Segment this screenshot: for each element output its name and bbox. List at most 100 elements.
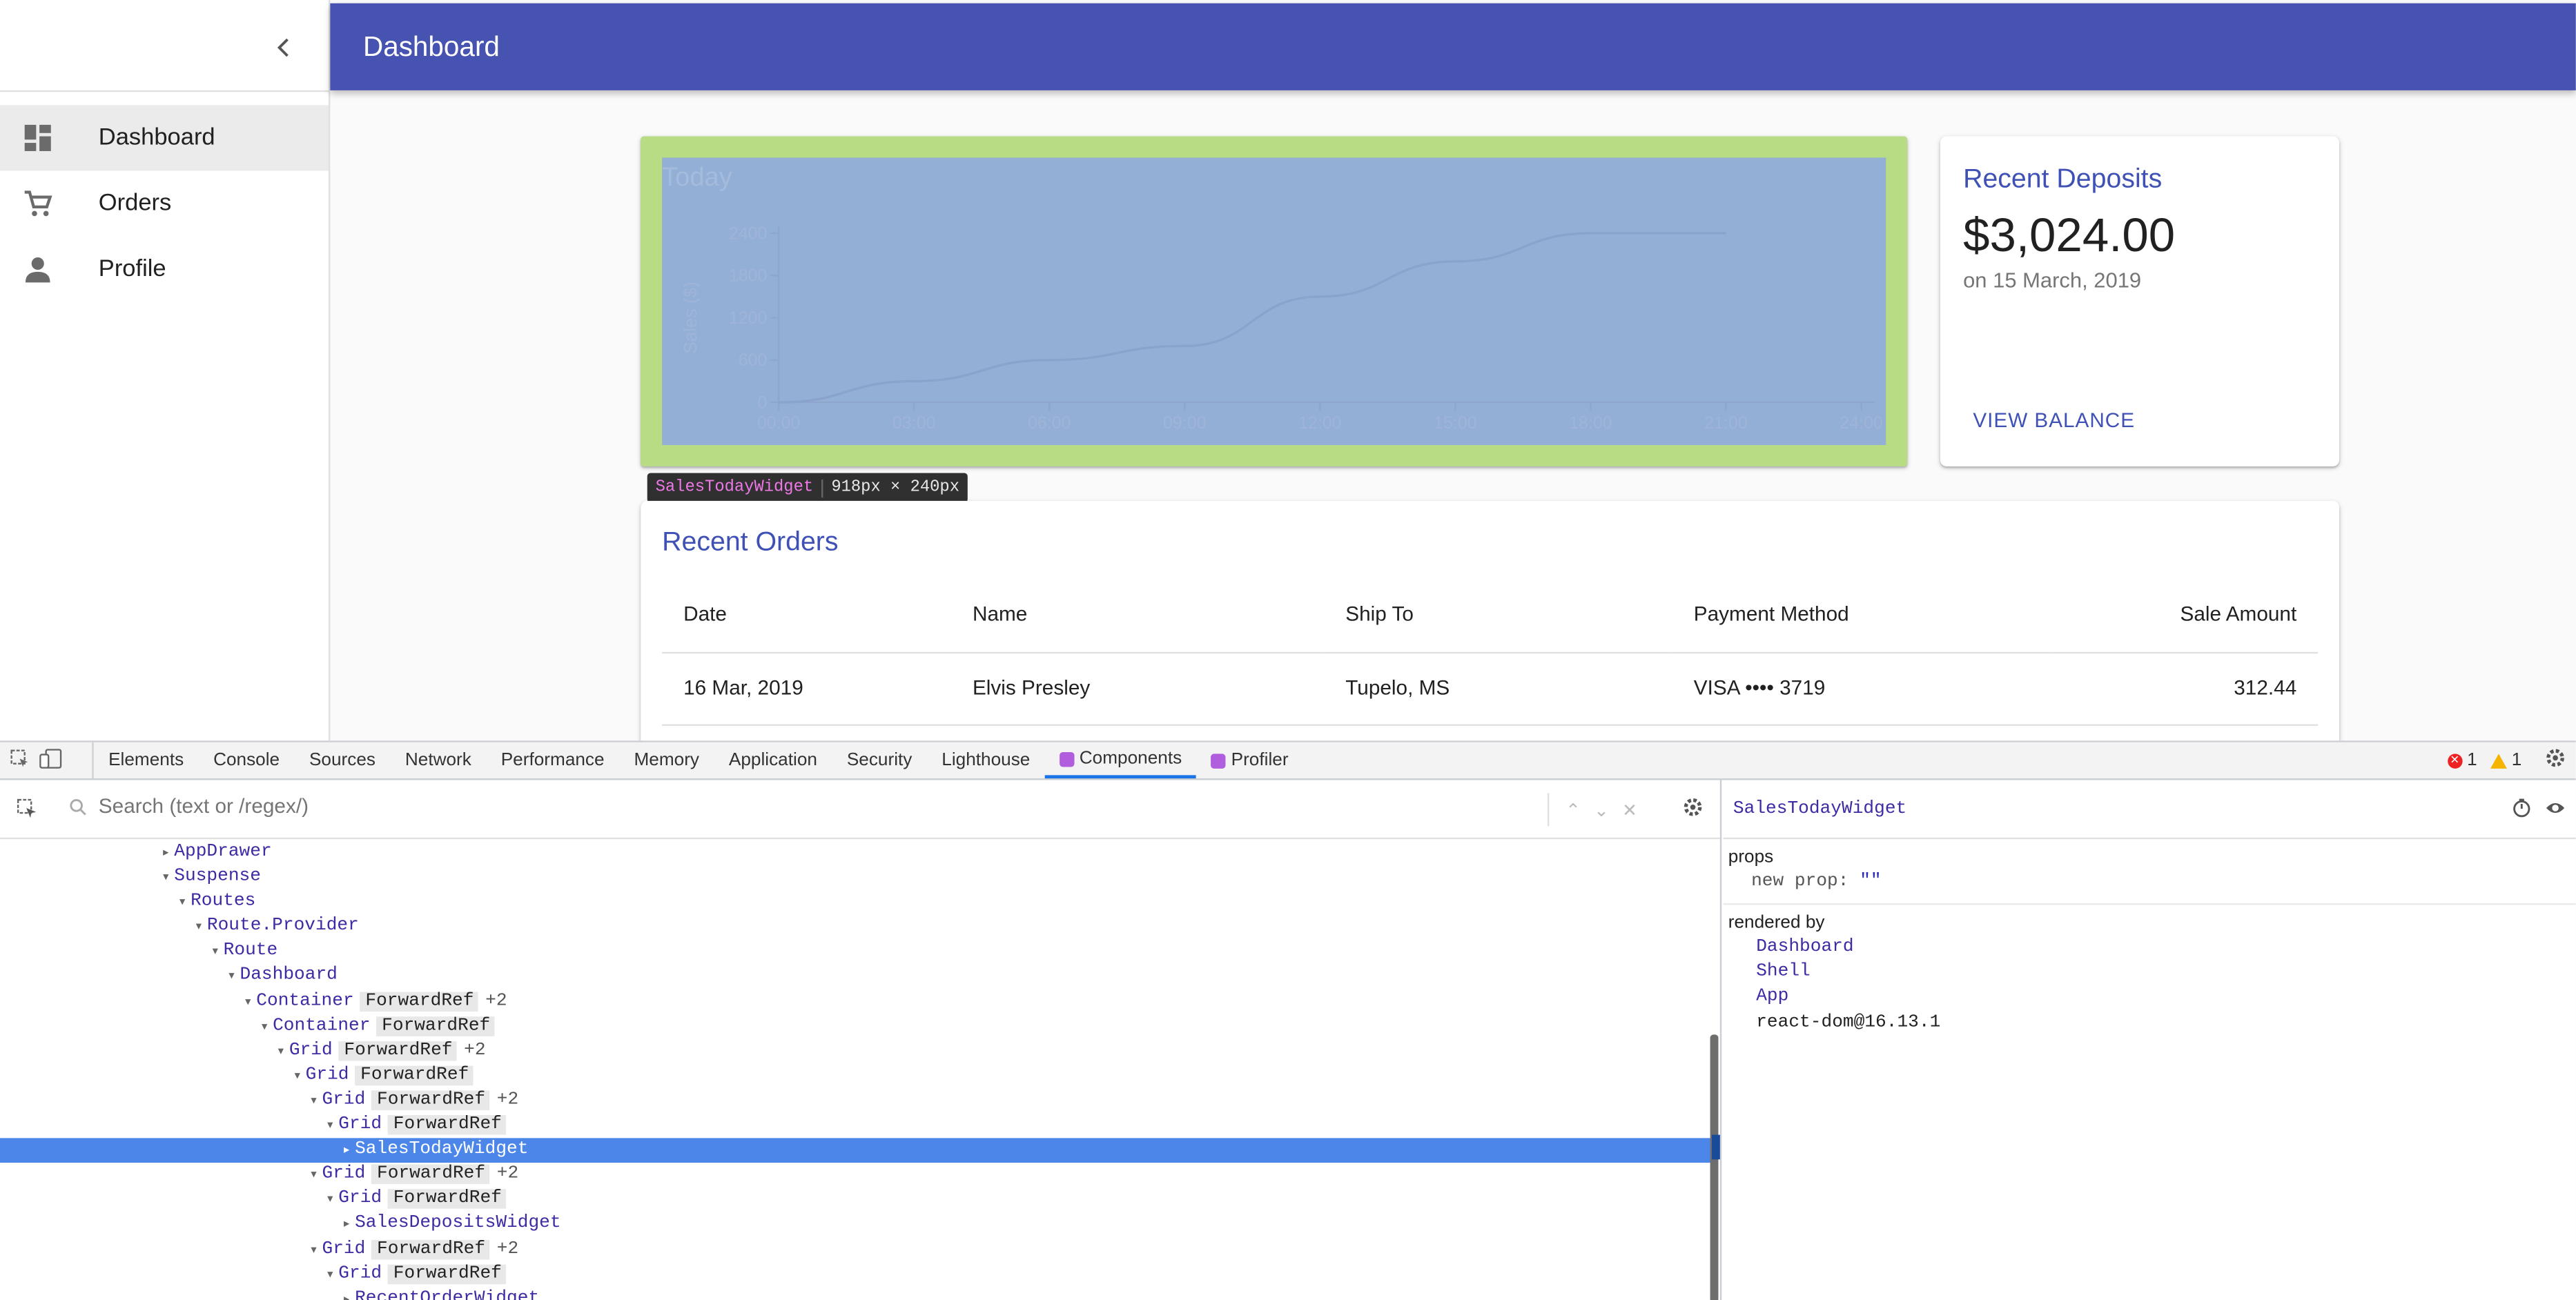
tree-settings-gear-icon[interactable] [1682, 796, 1704, 823]
caret-right-icon[interactable]: ▸ [338, 1214, 355, 1239]
y-tick-label: 2400 [729, 224, 768, 243]
caret-down-icon[interactable]: ▾ [224, 967, 240, 992]
tab-memory[interactable]: Memory [619, 742, 714, 778]
cart-icon [0, 189, 99, 219]
nav-item-dashboard[interactable]: Dashboard [0, 105, 329, 171]
caret-down-icon[interactable]: ▾ [174, 892, 191, 917]
tree-node-name: Grid [338, 1263, 382, 1284]
tree-row[interactable]: ▾ Grid ForwardRef [0, 1188, 1712, 1212]
cell-date: 16 Mar, 2019 [662, 651, 952, 725]
tree-row[interactable]: ▾ Container ForwardRef +2 [0, 989, 1712, 1014]
nav-item-orders[interactable]: Orders [0, 171, 329, 237]
warning-count[interactable]: 1 [2490, 750, 2522, 771]
caret-down-icon[interactable]: ▾ [322, 1190, 338, 1214]
caret-right-icon[interactable]: ▸ [157, 843, 174, 867]
component-inspector: SalesTodayWidget props new prop: "" rend… [1723, 780, 2576, 1300]
nav-item-label: Orders [98, 190, 172, 217]
caret-down-icon[interactable]: ▾ [240, 991, 256, 1016]
tree-row[interactable]: ▾ Grid ForwardRef +2 [0, 1089, 1712, 1114]
caret-down-icon[interactable]: ▾ [322, 1264, 338, 1289]
inspect-tooltip: SalesTodayWidget 918px × 240px [647, 473, 968, 503]
main-content: 0 600 1200 1800 2400 00:00 03:00 06:00 09:00 12:0… [330, 90, 2575, 741]
view-balance-link[interactable]: VIEW BALANCE [1973, 409, 2135, 432]
caret-right-icon[interactable]: ▸ [338, 1289, 355, 1300]
select-element-icon[interactable] [17, 798, 38, 825]
error-count[interactable]: ✕ 1 [2447, 751, 2477, 770]
tree-row[interactable]: ▾ Grid ForwardRef [0, 1064, 1712, 1089]
tab-application[interactable]: Application [714, 742, 832, 778]
chevron-left-icon[interactable] [263, 26, 306, 69]
caret-down-icon[interactable]: ▾ [157, 867, 174, 892]
tree-row[interactable]: ▾ Grid ForwardRef [0, 1114, 1712, 1139]
caret-down-icon[interactable]: ▾ [289, 1065, 306, 1090]
caret-down-icon[interactable]: ▾ [306, 1239, 322, 1264]
table-row[interactable]: 16 Mar, 2019 Elvis Presley Tupelo, MS VISA … [662, 651, 2319, 725]
renderer-version: react-dom@16.13.1 [1756, 1012, 1941, 1033]
column-header[interactable]: Payment Method [1672, 578, 2051, 653]
nav-item-profile[interactable]: Profile [0, 237, 329, 302]
inspect-element-icon[interactable] [10, 748, 30, 773]
caret-down-icon[interactable]: ▾ [256, 1016, 273, 1041]
tab-sources[interactable]: Sources [295, 742, 391, 778]
search-next-icon[interactable]: ⌄ [1594, 799, 1609, 820]
caret-down-icon[interactable]: ▾ [191, 917, 207, 942]
tree-row[interactable]: ▾ Grid ForwardRef +2 [0, 1039, 1712, 1064]
device-toolbar-icon[interactable] [39, 748, 62, 773]
prop-row[interactable]: new prop: "" [1728, 870, 2571, 895]
tree-row[interactable]: ▾ Grid ForwardRef +2 [0, 1237, 1712, 1262]
rendered-by-item[interactable]: Shell [1728, 961, 2571, 986]
tab-network[interactable]: Network [390, 742, 486, 778]
eye-icon[interactable] [2545, 798, 2566, 825]
caret-down-icon[interactable]: ▾ [322, 1115, 338, 1140]
inspector-actions [2512, 798, 2566, 825]
tree-row[interactable]: ▸ SalesDepositsWidget [0, 1212, 1712, 1237]
warning-icon [2490, 753, 2507, 768]
tree-row[interactable]: ▾ Suspense [0, 865, 1712, 890]
warning-count-label: 1 [2511, 750, 2522, 771]
tree-row[interactable]: ▾ Route.Provider [0, 915, 1712, 940]
rendered-by-item[interactable]: Dashboard [1728, 936, 2571, 961]
component-search-input[interactable] [98, 794, 1528, 818]
tree-row[interactable]: ▾ Grid ForwardRef [0, 1262, 1712, 1287]
tab-lighthouse[interactable]: Lighthouse [927, 742, 1045, 778]
tree-row[interactable]: ▸ AppDrawer [0, 841, 1712, 866]
tab-performance[interactable]: Performance [486, 742, 619, 778]
caret-down-icon[interactable]: ▾ [207, 942, 224, 967]
tree-row[interactable]: ▾ Container ForwardRef [0, 1014, 1712, 1039]
tab-label: Profiler [1231, 750, 1289, 771]
search-clear-icon[interactable]: ✕ [1622, 799, 1637, 820]
settings-gear-icon[interactable] [2545, 747, 2566, 774]
tree-row[interactable]: ▾ Route [0, 940, 1712, 965]
tree-row[interactable]: ▾ Grid ForwardRef +2 [0, 1163, 1712, 1188]
tree-scrollbar[interactable] [1710, 1034, 1719, 1300]
tab-label: Memory [634, 750, 700, 771]
sales-today-widget[interactable]: 0 600 1200 1800 2400 00:00 03:00 06:00 09:00 12:0… [641, 136, 1908, 466]
caret-down-icon[interactable]: ▾ [273, 1041, 289, 1065]
caret-down-icon[interactable]: ▾ [306, 1090, 322, 1115]
column-header[interactable]: Date [662, 578, 952, 653]
tree-row[interactable]: ▸ SalesTodayWidget [0, 1138, 1712, 1165]
tab-security[interactable]: Security [832, 742, 926, 778]
tab-label: Console [213, 750, 280, 771]
tab-console[interactable]: Console [199, 742, 295, 778]
column-header[interactable]: Sale Amount [2050, 578, 2319, 653]
timer-icon[interactable] [2512, 798, 2532, 825]
rendered-by-item[interactable]: App [1728, 986, 2571, 1011]
caret-down-icon[interactable]: ▾ [306, 1165, 322, 1190]
hoc-badge: ForwardRef [360, 991, 479, 1012]
tab-elements[interactable]: Elements [94, 742, 199, 778]
tree-row[interactable]: ▸RecentOrderWidget [0, 1287, 1712, 1300]
caret-right-icon[interactable]: ▸ [338, 1140, 355, 1165]
column-header[interactable]: Ship To [1324, 578, 1672, 653]
tree-row[interactable]: ▾ Dashboard [0, 965, 1712, 989]
devtools-tabs: Elements Console Sources Network Performance… [94, 742, 1303, 779]
tree-row[interactable]: ▾ Routes [0, 890, 1712, 915]
column-header[interactable]: Name [951, 578, 1325, 653]
search-prev-icon[interactable]: ⌃ [1565, 799, 1581, 820]
sales-today-chart: 0 600 1200 1800 2400 00:00 03:00 06:00 09:00 12:0… [680, 224, 1883, 433]
tab-components[interactable]: Components [1044, 742, 1197, 779]
prop-value[interactable]: "" [1860, 872, 1881, 892]
tree-node-name: Container [273, 1016, 371, 1036]
tab-profiler[interactable]: Profiler [1197, 742, 1303, 778]
inspect-tooltip-name: SalesTodayWidget [647, 478, 823, 497]
